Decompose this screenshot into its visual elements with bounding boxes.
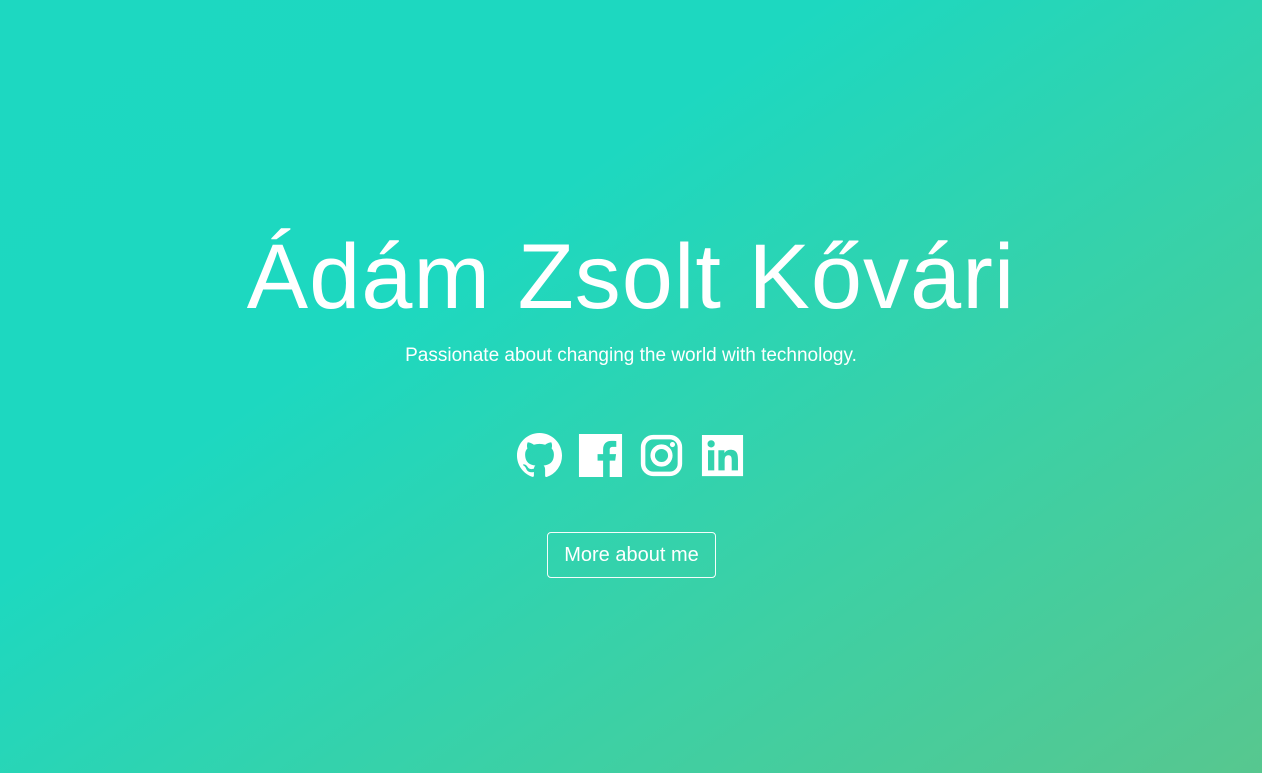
linkedin-icon: [701, 434, 744, 477]
more-about-me-button[interactable]: More about me: [547, 532, 716, 578]
facebook-icon: [578, 433, 623, 478]
linkedin-link[interactable]: [699, 432, 746, 479]
instagram-icon: [640, 434, 683, 477]
page-title: Ádám Zsolt Kővári: [246, 226, 1016, 328]
hero-section: Ádám Zsolt Kővári Passionate about chang…: [0, 0, 1262, 773]
github-link[interactable]: [516, 432, 563, 479]
facebook-link[interactable]: [577, 432, 624, 479]
instagram-link[interactable]: [638, 432, 685, 479]
tagline: Passionate about changing the world with…: [405, 345, 857, 366]
social-links: [0, 432, 1262, 479]
github-icon: [516, 432, 563, 477]
